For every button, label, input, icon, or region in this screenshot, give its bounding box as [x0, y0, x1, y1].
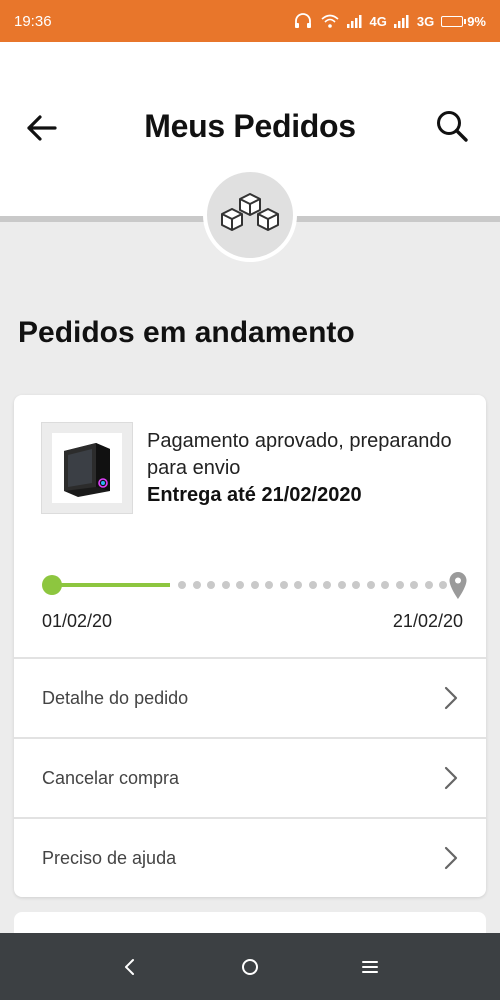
section-title: Pedidos em andamento	[18, 316, 355, 349]
progress-bar-done	[58, 583, 170, 587]
help-button[interactable]: Preciso de ajuda	[14, 817, 486, 897]
menu-item-label: Detalhe do pedido	[42, 687, 189, 708]
boxes-icon	[221, 193, 279, 231]
chevron-right-icon	[444, 766, 458, 790]
order-card: Pagamento aprovado, preparando para envi…	[14, 395, 486, 897]
wifi-icon	[320, 14, 339, 28]
page-title: Meus Pedidos	[144, 108, 356, 144]
nav-back-button[interactable]	[70, 933, 190, 1000]
boxes-badge	[203, 168, 297, 262]
order-actions: Detalhe do pedido Cancelar compra Precis…	[14, 657, 486, 897]
chevron-right-icon	[444, 686, 458, 710]
system-nav-bar	[0, 933, 500, 1000]
order-delivery-date: Entrega até 21/02/2020	[147, 484, 362, 506]
status-bar: 19:36 4G 3G 9%	[0, 0, 500, 42]
headphones-icon	[294, 13, 311, 28]
nav-home-button[interactable]	[190, 933, 310, 1000]
chevron-right-icon	[444, 846, 458, 870]
progress-pending-dots	[178, 581, 462, 589]
progress-start-date: 01/02/20	[42, 611, 113, 631]
battery: 9%	[441, 14, 486, 29]
product-image[interactable]	[41, 422, 133, 514]
battery-icon	[441, 15, 467, 27]
search-icon	[437, 111, 468, 142]
menu-icon	[362, 960, 378, 973]
progress-end-date: 21/02/20	[392, 611, 463, 631]
chevron-left-icon	[125, 958, 134, 975]
signal-icon	[393, 15, 409, 28]
home-circle-icon	[242, 958, 258, 975]
menu-item-label: Cancelar compra	[42, 767, 180, 788]
network-label-2: 3G	[416, 13, 435, 29]
nav-menu-button[interactable]	[310, 933, 430, 1000]
status-time: 19:36	[14, 12, 52, 30]
pc-case-icon	[64, 443, 110, 497]
location-pin-icon	[449, 572, 467, 599]
cancel-order-button[interactable]: Cancelar compra	[14, 737, 486, 817]
delivery-progress	[42, 572, 467, 605]
order-detail-button[interactable]: Detalhe do pedido	[14, 657, 486, 737]
status-icons: 4G 3G 9%	[293, 13, 486, 29]
network-label-1: 4G	[369, 13, 387, 29]
order-status: Pagamento aprovado, preparando para envi…	[147, 430, 452, 479]
search-button[interactable]	[432, 106, 472, 146]
battery-level: 9%	[467, 13, 486, 29]
signal-icon	[346, 15, 362, 28]
menu-item-label: Preciso de ajuda	[42, 847, 177, 868]
